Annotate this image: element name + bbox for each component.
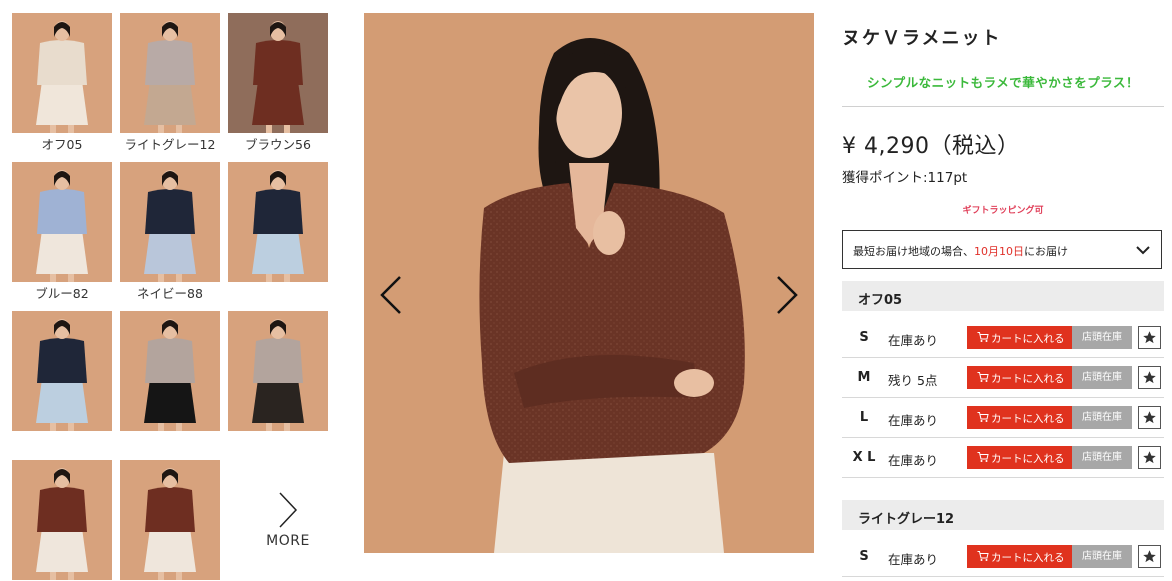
- cart-icon: [977, 332, 989, 342]
- add-to-cart-button[interactable]: カートに入れる: [967, 446, 1072, 469]
- store-stock-button[interactable]: 店頭在庫: [1072, 545, 1132, 568]
- main-product-image: [364, 13, 814, 553]
- color-thumbnail[interactable]: [12, 13, 112, 133]
- add-to-cart-button[interactable]: カートに入れる: [967, 366, 1072, 389]
- cart-button-label: カートに入れる: [991, 413, 1065, 425]
- star-icon: [1143, 411, 1156, 424]
- thumbnail-gallery: オフ05 ライトグレー12 ブラウン56 ブルー82 ネイビー88 MORE: [12, 13, 342, 581]
- size-label: S: [859, 330, 869, 345]
- product-title: ヌケＶラメニット: [842, 28, 1002, 49]
- store-stock-button[interactable]: 店頭在庫: [1072, 326, 1132, 349]
- color-thumbnail[interactable]: [228, 13, 328, 133]
- size-row: S 在庫あり カートに入れる 店頭在庫: [842, 318, 1164, 358]
- chevron-left-icon: [380, 276, 401, 314]
- delivery-dropdown[interactable]: 最短お届け地域の場合、10月10日にお届け: [842, 230, 1162, 269]
- thumbnail-label: ブルー82: [35, 286, 89, 301]
- model-thumbnail-image: [120, 13, 220, 133]
- store-stock-button[interactable]: 店頭在庫: [1072, 446, 1132, 469]
- color-thumbnail[interactable]: [228, 311, 328, 431]
- delivery-date: 10月10日: [974, 245, 1024, 258]
- store-stock-button[interactable]: 店頭在庫: [1072, 366, 1132, 389]
- chevron-right-icon: [777, 276, 798, 314]
- size-label: X L: [852, 450, 876, 465]
- color-thumbnail[interactable]: [228, 162, 328, 282]
- color-header: オフ05: [842, 281, 1164, 311]
- next-image-arrow[interactable]: [772, 275, 802, 315]
- favorite-button[interactable]: [1138, 406, 1161, 429]
- cart-icon: [977, 412, 989, 422]
- color-thumbnail[interactable]: [120, 13, 220, 133]
- model-thumbnail-image: [12, 162, 112, 282]
- store-stock-button[interactable]: 店頭在庫: [1072, 406, 1132, 429]
- cart-button-label: カートに入れる: [991, 333, 1065, 345]
- more-thumbnails-button[interactable]: MORE: [238, 491, 338, 581]
- product-price: ¥ 4,290（税込）: [842, 134, 1020, 159]
- color-thumbnail[interactable]: [12, 311, 112, 431]
- model-thumbnail-image: [228, 162, 328, 282]
- thumbnail-label: ブラウン56: [245, 137, 311, 152]
- model-thumbnail-image: [228, 13, 328, 133]
- color-header: ライトグレー12: [842, 500, 1164, 530]
- thumbnail-label: オフ05: [41, 137, 83, 152]
- gift-wrapping-note: ギフトラッピング可: [962, 206, 1044, 216]
- color-thumbnail[interactable]: [120, 460, 220, 580]
- product-catchphrase: シンプルなニットもラメで華やかさをプラス！: [866, 75, 1139, 90]
- size-row: M 残り 5点 カートに入れる 店頭在庫: [842, 358, 1164, 398]
- model-thumbnail-image: [12, 460, 112, 580]
- color-thumbnail[interactable]: [120, 162, 220, 282]
- cart-icon: [977, 452, 989, 462]
- more-label: MORE: [266, 533, 310, 549]
- model-thumbnail-image: [12, 13, 112, 133]
- color-name: オフ05: [858, 293, 903, 308]
- thumbnail-label: ネイビー88: [137, 286, 203, 301]
- stock-status: 在庫あり: [888, 413, 939, 428]
- star-icon: [1143, 451, 1156, 464]
- stock-status: 在庫あり: [888, 453, 939, 468]
- color-name: ライトグレー12: [858, 512, 955, 527]
- star-icon: [1143, 331, 1156, 344]
- size-label: M: [857, 370, 871, 385]
- stock-status: 残り 5点: [888, 373, 938, 388]
- size-row: L 在庫あり カートに入れる 店頭在庫: [842, 398, 1164, 438]
- model-thumbnail-image: [12, 311, 112, 431]
- thumbnail-label: ライトグレー12: [124, 137, 216, 152]
- divider: [842, 106, 1164, 107]
- prev-image-arrow[interactable]: [376, 275, 406, 315]
- cart-button-label: カートに入れる: [991, 373, 1065, 385]
- size-row: X L 在庫あり カートに入れる 店頭在庫: [842, 438, 1164, 478]
- color-thumbnail[interactable]: [12, 460, 112, 580]
- stock-status: 在庫あり: [888, 552, 939, 567]
- model-photo: [364, 13, 814, 553]
- cart-icon: [977, 551, 989, 561]
- model-thumbnail-image: [228, 311, 328, 431]
- chevron-right-icon: [279, 492, 298, 528]
- add-to-cart-button[interactable]: カートに入れる: [967, 406, 1072, 429]
- star-icon: [1143, 371, 1156, 384]
- cart-button-label: カートに入れる: [991, 453, 1065, 465]
- cart-icon: [977, 372, 989, 382]
- color-thumbnail[interactable]: [120, 311, 220, 431]
- favorite-button[interactable]: [1138, 545, 1161, 568]
- model-thumbnail-image: [120, 162, 220, 282]
- favorite-button[interactable]: [1138, 446, 1161, 469]
- size-label: S: [859, 549, 869, 564]
- stock-status: 在庫あり: [888, 333, 939, 348]
- add-to-cart-button[interactable]: カートに入れる: [967, 545, 1072, 568]
- model-thumbnail-image: [120, 311, 220, 431]
- star-icon: [1143, 550, 1156, 563]
- favorite-button[interactable]: [1138, 366, 1161, 389]
- size-row: S 在庫あり カートに入れる 店頭在庫: [842, 537, 1164, 577]
- cart-button-label: カートに入れる: [991, 552, 1065, 564]
- size-label: L: [859, 410, 869, 425]
- reward-points: 獲得ポイント:117pt: [842, 170, 968, 186]
- add-to-cart-button[interactable]: カートに入れる: [967, 326, 1072, 349]
- delivery-text: 最短お届け地域の場合、10月10日にお届け: [853, 245, 1068, 258]
- model-thumbnail-image: [120, 460, 220, 580]
- color-thumbnail[interactable]: [12, 162, 112, 282]
- favorite-button[interactable]: [1138, 326, 1161, 349]
- chevron-down-icon: [1136, 246, 1150, 255]
